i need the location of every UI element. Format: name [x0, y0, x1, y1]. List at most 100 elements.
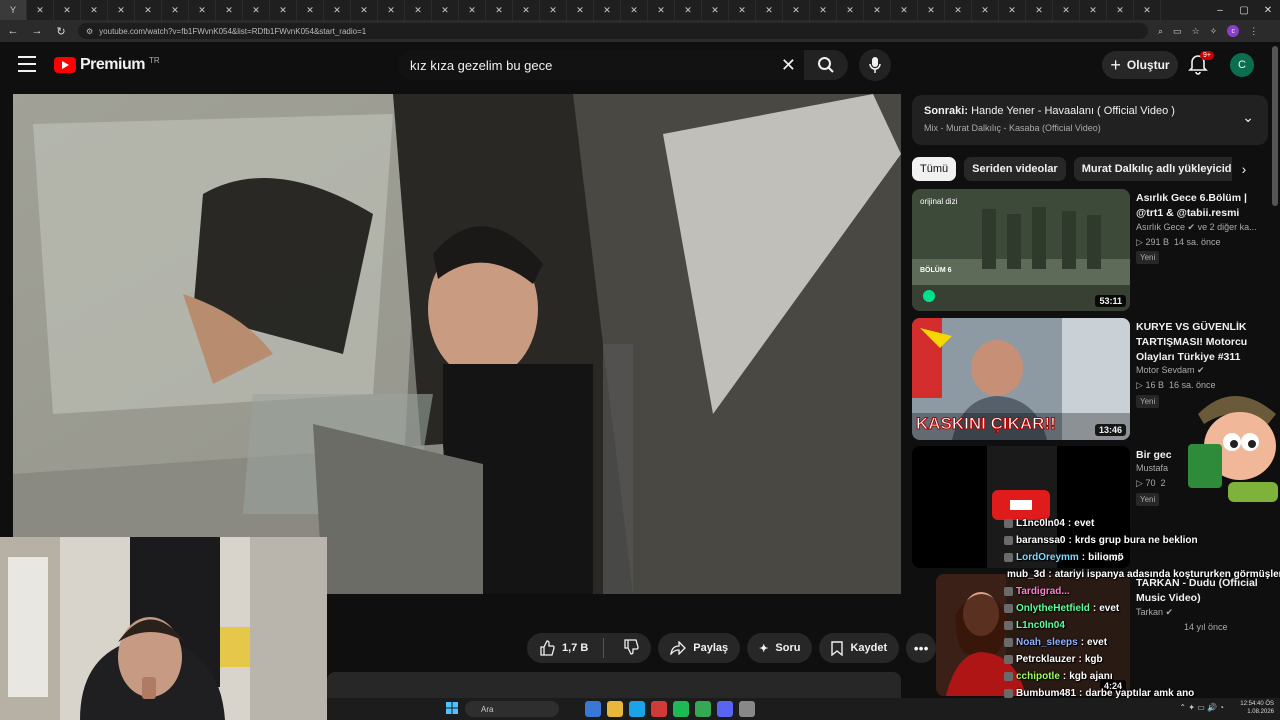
tab-close-icon[interactable]: ✕	[63, 5, 71, 16]
youtube-logo[interactable]: Premium TR	[54, 56, 160, 74]
browser-tab[interactable]: ✕	[1026, 0, 1053, 20]
clear-search-icon[interactable]: ✕	[781, 55, 796, 76]
chip-all[interactable]: Tümü	[912, 157, 957, 181]
back-icon[interactable]: ←	[6, 25, 20, 37]
taskbar-app-icon[interactable]	[717, 701, 733, 717]
tab-close-icon[interactable]: ✕	[1008, 5, 1016, 16]
tab-close-icon[interactable]: ✕	[954, 5, 962, 16]
channel-name[interactable]: Motor Sevdam ✔	[1136, 365, 1205, 376]
tab-close-icon[interactable]: ✕	[468, 5, 476, 16]
system-clock[interactable]: 12:54:40 ÖS 1.08.2026	[1240, 700, 1274, 716]
site-info-icon[interactable]: ⚙	[86, 27, 93, 36]
url-field[interactable]: ⚙ youtube.com/watch?v=fb1FWvnK054&list=R…	[78, 23, 1148, 39]
browser-menu-icon[interactable]: ⋮	[1249, 26, 1258, 37]
tab-close-icon[interactable]: ✕	[522, 5, 530, 16]
tab-close-icon[interactable]: ✕	[117, 5, 125, 16]
browser-tab[interactable]: ✕	[810, 0, 837, 20]
browser-tab[interactable]: ✕	[783, 0, 810, 20]
list-item[interactable]: orijinal dizi BÖLÜM 6 53:11 Asırlık Gece…	[912, 189, 1272, 311]
page-scrollbar[interactable]	[1272, 46, 1278, 206]
browser-tab[interactable]: ✕	[189, 0, 216, 20]
tab-close-icon[interactable]: ✕	[495, 5, 503, 16]
tab-close-icon[interactable]: ✕	[765, 5, 773, 16]
browser-tab[interactable]: ✕	[351, 0, 378, 20]
taskbar-app-icon[interactable]	[607, 701, 623, 717]
tab-close-icon[interactable]: ✕	[171, 5, 179, 16]
tab-close-icon[interactable]: ✕	[36, 5, 44, 16]
zoom-icon[interactable]: ⌕	[1158, 26, 1163, 37]
tab-close-icon[interactable]: ✕	[900, 5, 908, 16]
ask-button[interactable]: ✦ Soru	[747, 633, 813, 663]
taskbar-app-icon[interactable]	[651, 701, 667, 717]
taskbar-app-icon[interactable]	[585, 701, 601, 717]
browser-tab[interactable]: ✕	[540, 0, 567, 20]
browser-tab[interactable]: ✕	[486, 0, 513, 20]
chevron-down-icon[interactable]: ⌄	[1242, 109, 1254, 126]
browser-tab[interactable]: ✕	[918, 0, 945, 20]
system-tray-icons[interactable]: ⌃ ✦ ▭ 🔊 ◔	[1179, 703, 1224, 712]
search-button[interactable]	[804, 50, 848, 80]
browser-tab[interactable]: ✕	[1107, 0, 1134, 20]
tab-close-icon[interactable]: ✕	[630, 5, 638, 16]
tab-close-icon[interactable]: ✕	[1089, 5, 1097, 16]
minimize-icon[interactable]: –	[1208, 0, 1232, 20]
tab-close-icon[interactable]: ✕	[846, 5, 854, 16]
video-player[interactable]	[13, 94, 901, 594]
tab-close-icon[interactable]: ✕	[711, 5, 719, 16]
account-avatar[interactable]: C	[1230, 53, 1254, 77]
video-thumbnail[interactable]: KASKINI ÇIKAR!! 13:46	[912, 318, 1130, 440]
browser-tab[interactable]: ✕	[378, 0, 405, 20]
notifications-button[interactable]: 9+	[1188, 51, 1214, 77]
browser-tab[interactable]: ✕	[972, 0, 999, 20]
browser-tab[interactable]: ✕	[459, 0, 486, 20]
tab-close-icon[interactable]: ✕	[603, 5, 611, 16]
browser-tab[interactable]: ✕	[702, 0, 729, 20]
browser-tab[interactable]: ✕	[621, 0, 648, 20]
tab-close-icon[interactable]: ✕	[360, 5, 368, 16]
forward-icon[interactable]: →	[30, 25, 44, 37]
browser-tab[interactable]: ✕	[729, 0, 756, 20]
browser-tab[interactable]: ✕	[216, 0, 243, 20]
tab-close-icon[interactable]: ✕	[819, 5, 827, 16]
dislike-button[interactable]	[611, 638, 651, 658]
chevron-right-icon[interactable]: ›	[1232, 157, 1256, 181]
browser-tab[interactable]: ✕	[81, 0, 108, 20]
tab-close-icon[interactable]: ✕	[90, 5, 98, 16]
bookmark-star-icon[interactable]: ☆	[1192, 26, 1200, 37]
video-thumbnail[interactable]: orijinal dizi BÖLÜM 6 53:11	[912, 189, 1130, 311]
browser-tab[interactable]: ✕	[945, 0, 972, 20]
tab-close-icon[interactable]: ✕	[576, 5, 584, 16]
close-window-icon[interactable]: ✕	[1256, 0, 1280, 20]
browser-tab[interactable]: ✕	[243, 0, 270, 20]
browser-tab[interactable]: ✕	[270, 0, 297, 20]
description-box[interactable]	[327, 672, 901, 700]
taskbar-app-icon[interactable]	[739, 701, 755, 717]
browser-tab[interactable]: ✕	[324, 0, 351, 20]
browser-tab[interactable]: ✕	[567, 0, 594, 20]
tab-close-icon[interactable]: ✕	[738, 5, 746, 16]
cast-icon[interactable]: ▭	[1173, 26, 1182, 37]
browser-tab[interactable]: ✕	[405, 0, 432, 20]
like-count[interactable]: 1,7 B	[562, 642, 588, 654]
browser-tab[interactable]: Y	[0, 0, 27, 20]
browser-tab[interactable]: ✕	[162, 0, 189, 20]
browser-tab[interactable]: ✕	[27, 0, 54, 20]
tab-close-icon[interactable]: ✕	[441, 5, 449, 16]
tab-close-icon[interactable]: ✕	[198, 5, 206, 16]
browser-tab[interactable]: ✕	[432, 0, 459, 20]
tab-close-icon[interactable]: ✕	[549, 5, 557, 16]
tab-close-icon[interactable]: ✕	[792, 5, 800, 16]
browser-tab[interactable]: ✕	[54, 0, 81, 20]
tab-close-icon[interactable]: ✕	[306, 5, 314, 16]
tab-close-icon[interactable]: ✕	[873, 5, 881, 16]
browser-tab[interactable]: ✕	[594, 0, 621, 20]
share-button[interactable]: Paylaş	[658, 633, 741, 663]
windows-start-icon[interactable]	[446, 702, 458, 714]
browser-tab[interactable]: ✕	[864, 0, 891, 20]
chip-uploader[interactable]: Murat Dalkılıç adlı yükleyiciden	[1073, 157, 1253, 181]
browser-tab[interactable]: ✕	[1053, 0, 1080, 20]
voice-search-button[interactable]	[859, 49, 891, 81]
browser-profile-avatar[interactable]: c	[1227, 25, 1240, 37]
browser-tab[interactable]: ✕	[1080, 0, 1107, 20]
tab-close-icon[interactable]: ✕	[225, 5, 233, 16]
